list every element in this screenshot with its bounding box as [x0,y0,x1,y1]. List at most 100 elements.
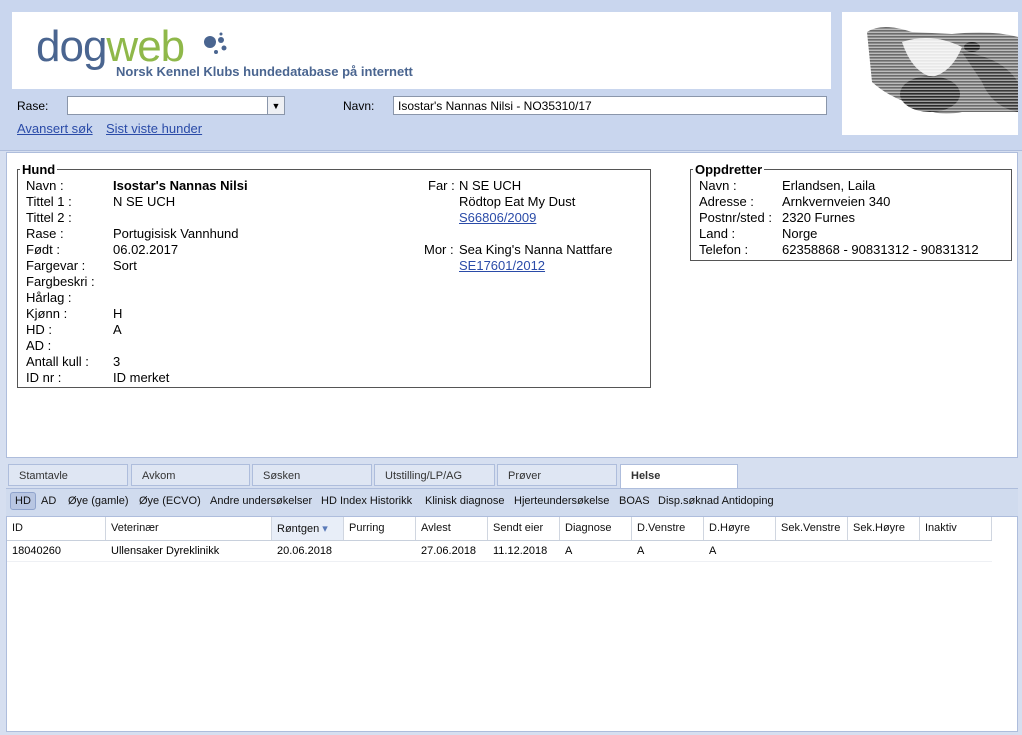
tab-pr-ver[interactable]: Prøver [497,464,617,486]
logo-banner: dogweb Norsk Kennel Klubs hundedatabase … [12,12,831,89]
mor-reg-link[interactable]: SE17601/2012 [459,258,545,273]
hund-field-label: AD : [26,338,52,353]
rase-dropdown[interactable]: ▼ [67,96,285,115]
grid-column-header[interactable]: Inaktiv [920,517,992,540]
hund-field-label: Tittel 2 : [26,210,72,225]
table-cell: 27.06.2018 [421,545,477,557]
grid-column-header[interactable]: Veterinær [106,517,272,540]
subtab-item[interactable]: Øye (ECVO) [139,495,201,507]
table-cell: 11.12.2018 [493,545,548,557]
oppdretter-field-label: Telefon : [699,242,749,257]
column-header-label: D.Høyre [709,522,750,534]
tab-avkom[interactable]: Avkom [131,464,250,486]
column-header-label: Avlest [421,522,451,534]
recent-dogs-link[interactable]: Sist viste hunder [106,121,202,136]
column-header-label: Purring [349,522,385,534]
hund-field-value: Isostar's Nannas Nilsi [113,178,248,193]
subtab-item[interactable]: Klinisk diagnose [425,495,505,507]
grid-column-header[interactable]: D.Høyre [704,517,776,540]
column-header-label: Røntgen [277,523,320,535]
grid-column-header[interactable]: Avlest [416,517,488,540]
column-header-label: Veterinær [111,522,159,534]
table-cell [920,541,992,561]
rase-selected-value [68,105,76,109]
oppdretter-field-label: Land : [699,226,736,241]
tab-helse[interactable]: Helse [620,464,738,488]
grid-column-header[interactable]: Sendt eier [488,517,560,540]
hund-field-label: HD : [26,322,52,337]
grid-column-header[interactable]: D.Venstre [632,517,704,540]
subtab-item[interactable]: Øye (gamle) [68,495,129,507]
oppdretter-field-label: Adresse : [699,194,754,209]
hund-field-label: Fargevar : [26,258,86,273]
subtab-item[interactable]: HD [10,492,36,510]
table-cell [776,541,848,561]
grid-column-header[interactable]: Sek.Høyre [848,517,920,540]
grid-column-header[interactable]: Purring [344,517,416,540]
hund-field-label: Antall kull : [26,354,89,369]
table-cell: Ullensaker Dyreklinikk [111,545,220,557]
table-cell [344,541,416,561]
oppdretter-field-value: 62358868 - 90831312 - 90831312 [782,242,979,257]
hund-field-value: 06.02.2017 [113,242,179,257]
advanced-search-link[interactable]: Avansert søk [17,121,93,136]
hund-field-value: H [113,306,123,321]
chevron-down-icon[interactable]: ▼ [267,97,284,114]
hund-field-label: Navn : [26,178,64,193]
hund-field-value: A [113,322,122,337]
navn-search-input[interactable] [393,96,827,115]
table-cell [848,541,920,561]
sort-arrow-icon: ▾ [319,523,328,535]
oppdretter-field-value: Erlandsen, Laila [782,178,876,193]
dog-header-image [842,12,1018,135]
table-cell: A [565,545,573,557]
subtab-bar: HD AD Øye (gamle) Øye (ECVO) Andre undersøke… [6,488,1018,517]
logo-text-dog: dog [36,22,107,71]
table-cell: 20.06.2018 [277,545,333,557]
logo-dots-icon [204,32,227,54]
oppdretter-field-label: Navn : [699,178,737,193]
hund-field-value: Sort [113,258,137,273]
oppdretter-legend: Oppdretter [695,162,763,177]
subtab-item[interactable]: Hjerteundersøkelse [514,495,609,507]
subtab-item[interactable]: AD [41,495,56,507]
grid-column-header[interactable]: Diagnose [560,517,632,540]
mor-name: Sea King's Nanna Nattfare [459,242,613,257]
tab-stamtavle[interactable]: Stamtavle [8,464,128,486]
hund-field-label: Fargbeskri : [26,274,95,289]
far-reg-link[interactable]: S66806/2009 [459,210,536,225]
subtab-item[interactable]: Disp.søknad Antidoping [658,495,774,507]
hund-field-value: N SE UCH [113,194,176,209]
tab-utstilling-lp-ag[interactable]: Utstilling/LP/AG [374,464,495,486]
table-cell: A [709,545,717,557]
subtab-item[interactable]: Andre undersøkelser [210,495,312,507]
far-label: Far : [428,178,455,193]
grid-column-header[interactable]: Røntgen ▾ [272,517,344,540]
hund-field-value: Portugisisk Vannhund [113,226,239,241]
tab-s-sken[interactable]: Søsken [252,464,372,486]
subtab-item[interactable]: HD Index Historikk [321,495,412,507]
hund-field-value: 3 [113,354,121,369]
hund-field-value: ID merket [113,370,170,385]
oppdretter-field-value: 2320 Furnes [782,210,855,225]
hund-field-label: Tittel 1 : [26,194,72,209]
navn-label: Navn: [343,99,375,113]
table-cell: 18040260 [12,545,61,557]
table-cell: A [637,545,645,557]
logo-tagline: Norsk Kennel Klubs hundedatabase på inte… [116,64,413,79]
column-header-label: Sek.Høyre [853,522,905,534]
hund-field-label: Rase : [26,226,64,241]
grid-column-header[interactable]: ID [7,517,106,540]
hund-legend: Hund [22,162,56,177]
table-row[interactable]: 18040260 Ullensaker Dyreklinikk 20.06.2018… [7,541,992,562]
column-header-label: Diagnose [565,522,612,534]
column-header-label: Inaktiv [925,522,957,534]
grid-header: ID Veterinær Røntgen ▾ Purring Avlest Sendt e… [7,517,992,541]
oppdretter-field-value: Norge [782,226,818,241]
mor-label: Mor : [424,242,454,257]
subtab-item[interactable]: BOAS [619,495,650,507]
hund-field-label: ID nr : [26,370,62,385]
oppdretter-field-label: Postnr/sted : [699,210,772,225]
column-header-label: D.Venstre [637,522,686,534]
grid-column-header[interactable]: Sek.Venstre [776,517,848,540]
